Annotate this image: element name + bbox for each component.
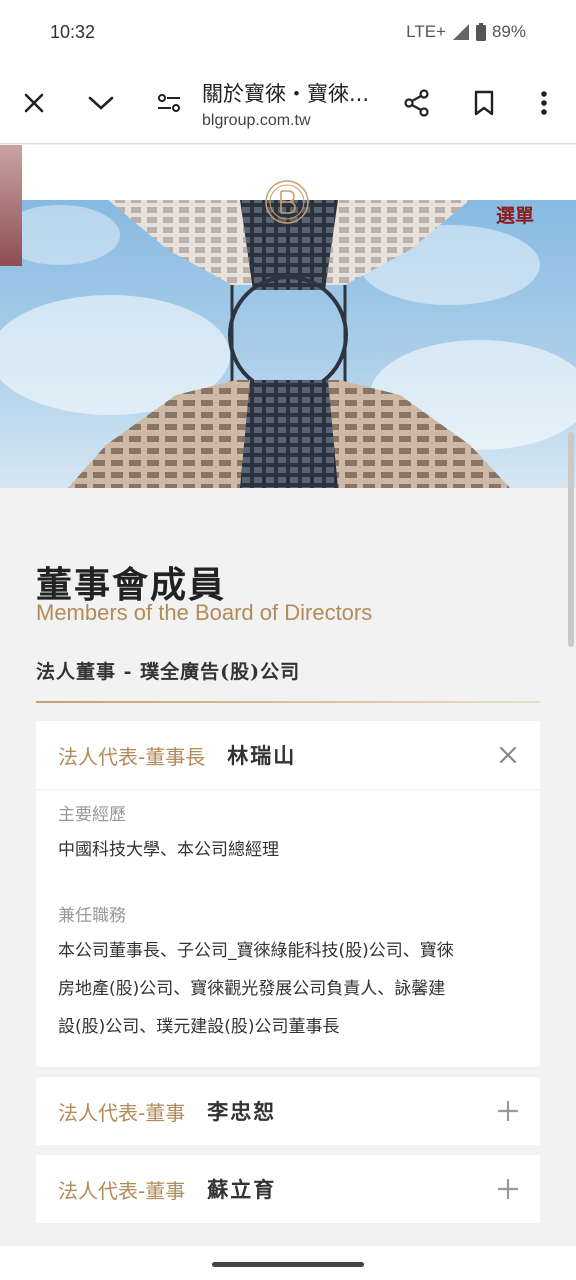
concurrent-line: 本公司董事長、子公司_寶徠綠能科技(股)公司、寶徠 <box>58 941 454 961</box>
company-name: 法人董事 - 璞全廣告(股)公司 <box>36 661 301 683</box>
member-card-header[interactable]: 法人代表-董事 蘇立育 <box>36 1155 540 1223</box>
page-title[interactable]: 關於寶徠・寶徠... <box>202 78 369 108</box>
close-icon[interactable] <box>496 743 520 767</box>
brand-logo[interactable] <box>264 177 310 227</box>
member-card-collapsed[interactable]: 法人代表-董事 蘇立育 <box>36 1155 540 1223</box>
experience-label: 主要經歷 <box>58 805 126 825</box>
battery-icon <box>475 23 486 41</box>
battery-level: 89% <box>491 22 526 41</box>
member-name: 林瑞山 <box>227 743 297 768</box>
home-indicator[interactable] <box>212 1262 364 1267</box>
share-icon[interactable] <box>402 88 432 118</box>
member-card-header[interactable]: 法人代表-董事 李忠恕 <box>36 1077 540 1145</box>
divider <box>36 701 540 703</box>
member-card-collapsed[interactable]: 法人代表-董事 李忠恕 <box>36 1077 540 1145</box>
plus-icon[interactable] <box>496 1177 520 1201</box>
concurrent-label: 兼任職務 <box>58 906 126 926</box>
member-name: 蘇立育 <box>207 1177 277 1202</box>
page-scrollbar[interactable] <box>568 432 574 647</box>
member-role: 法人代表-董事 <box>58 1100 186 1125</box>
concurrent-line: 房地產(股)公司、寶徠觀光發展公司負責人、詠馨建 <box>58 979 446 999</box>
page-url[interactable]: blgroup.com.tw <box>202 112 311 130</box>
browser-toolbar: 關於寶徠・寶徠... blgroup.com.tw <box>0 66 576 144</box>
section-subtitle: Members of the Board of Directors <box>36 600 373 625</box>
member-card-expanded: 法人代表-董事長 林瑞山 主要經歷 中國科技大學、本公司總經理 兼任職務 本公司… <box>36 721 540 1067</box>
signal-icon <box>452 24 469 40</box>
side-tab[interactable] <box>0 145 22 266</box>
member-card-body: 主要經歷 中國科技大學、本公司總經理 兼任職務 本公司董事長、子公司_寶徠綠能科… <box>36 789 540 1070</box>
network-type: LTE+ <box>406 22 446 41</box>
site-header-bar <box>0 145 576 224</box>
plus-icon[interactable] <box>496 1099 520 1123</box>
status-bar: 10:32 LTE+ 89% <box>0 0 576 66</box>
concurrent-line: 設(股)公司、璞元建設(股)公司董事長 <box>58 1017 340 1037</box>
member-card-header[interactable]: 法人代表-董事長 林瑞山 <box>36 721 540 789</box>
status-time: 10:32 <box>50 22 96 42</box>
status-indicators: LTE+ 89% <box>406 22 526 42</box>
hero-building-image: 選單 <box>0 145 576 488</box>
site-settings-icon[interactable] <box>154 88 184 118</box>
concurrent-value: 本公司董事長、子公司_寶徠綠能科技(股)公司、寶徠 房地產(股)公司、寶徠觀光發… <box>58 932 518 1046</box>
member-name: 李忠恕 <box>207 1099 277 1124</box>
bookmark-icon[interactable] <box>469 88 499 118</box>
menu-button[interactable]: 選單 <box>496 201 534 228</box>
chevron-down-icon[interactable] <box>86 88 116 118</box>
close-icon[interactable] <box>19 88 49 118</box>
experience-value: 中國科技大學、本公司總經理 <box>58 840 279 860</box>
member-role: 法人代表-董事 <box>58 1178 186 1203</box>
member-role: 法人代表-董事長 <box>58 744 206 769</box>
more-options-icon[interactable] <box>529 88 559 118</box>
